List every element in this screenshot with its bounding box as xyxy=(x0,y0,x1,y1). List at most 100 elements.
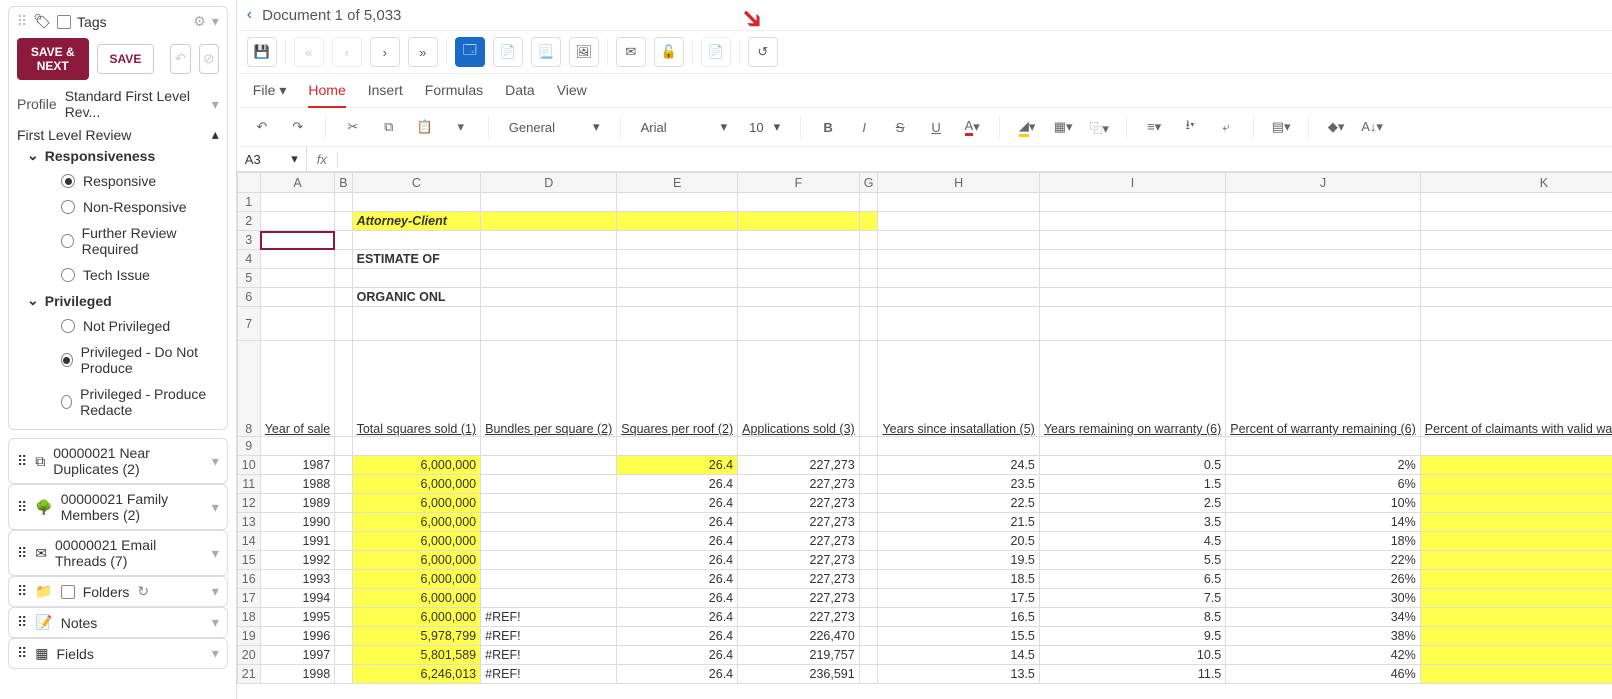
cell-H21[interactable]: 13.5 xyxy=(878,665,1039,684)
cell-H8[interactable]: Years since insatallation (5) xyxy=(878,341,1039,437)
cell-B13[interactable] xyxy=(335,513,352,532)
chevron-down-icon[interactable]: ▾ xyxy=(212,645,219,662)
radio-tech-issue[interactable]: Tech Issue xyxy=(17,262,219,288)
cell-H17[interactable]: 17.5 xyxy=(878,589,1039,608)
cell-G21[interactable] xyxy=(859,665,878,684)
cell-J13[interactable]: 14% xyxy=(1226,513,1421,532)
cell-C12[interactable]: 6,000,000 xyxy=(352,494,481,513)
cell-G9[interactable] xyxy=(859,437,878,456)
tab-formulas[interactable]: Formulas xyxy=(425,82,483,99)
pdf-view-button[interactable]: 📄 xyxy=(493,37,523,67)
cell-J20[interactable]: 42% xyxy=(1226,646,1421,665)
file-menu[interactable]: File▾ xyxy=(253,82,287,99)
image-view-button[interactable]: 🖼 xyxy=(569,37,599,67)
cell-E12[interactable]: 26.4 xyxy=(617,494,738,513)
radio-non-responsive[interactable]: Non-Responsive xyxy=(17,194,219,220)
col-B[interactable]: B xyxy=(335,173,352,193)
tab-view[interactable]: View xyxy=(557,82,587,99)
cell-H16[interactable]: 18.5 xyxy=(878,570,1039,589)
cell-B20[interactable] xyxy=(335,646,352,665)
cell-F5[interactable] xyxy=(738,269,860,288)
drag-handle-icon[interactable]: ⠿ xyxy=(17,583,27,600)
align-button[interactable]: ≡▾ xyxy=(1141,114,1167,140)
cell-G18[interactable] xyxy=(859,608,878,627)
cell-I20[interactable]: 10.5 xyxy=(1039,646,1225,665)
cell-G14[interactable] xyxy=(859,532,878,551)
tab-insert[interactable]: Insert xyxy=(368,82,403,99)
wrap-button[interactable]: ⤶ xyxy=(1213,114,1239,140)
cell-A1[interactable] xyxy=(260,193,335,212)
cell-G4[interactable] xyxy=(859,250,878,269)
cell-A18[interactable]: 1995 xyxy=(260,608,335,627)
drag-handle-icon[interactable]: ⠿ xyxy=(17,13,27,30)
drag-handle-icon[interactable]: ⠿ xyxy=(17,499,27,516)
cell-A10[interactable]: 1987 xyxy=(260,456,335,475)
radio-not-privileged[interactable]: Not Privileged xyxy=(17,313,219,339)
cell-F14[interactable]: 227,273 xyxy=(738,532,860,551)
cell-E3[interactable] xyxy=(617,231,738,250)
insert-cells-button[interactable]: ▤▾ xyxy=(1268,114,1294,140)
cell-J19[interactable]: 38% xyxy=(1226,627,1421,646)
cell-H4[interactable] xyxy=(878,250,1039,269)
cell-J18[interactable]: 34% xyxy=(1226,608,1421,627)
bold-button[interactable]: B xyxy=(815,114,841,140)
row-19[interactable]: 19 xyxy=(237,627,260,646)
number-format-select[interactable]: General▾ xyxy=(503,119,606,135)
cell-C15[interactable]: 6,000,000 xyxy=(352,551,481,570)
native-view-button[interactable]: 🗔 xyxy=(455,37,485,67)
col-D[interactable]: D xyxy=(481,173,617,193)
cell-I21[interactable]: 11.5 xyxy=(1039,665,1225,684)
sort-button[interactable]: A↓▾ xyxy=(1359,114,1385,140)
cell-K4[interactable] xyxy=(1420,250,1612,269)
cell-B6[interactable] xyxy=(335,288,352,307)
cell-J11[interactable]: 6% xyxy=(1226,475,1421,494)
cell-I1[interactable] xyxy=(1039,193,1225,212)
cell-I19[interactable]: 9.5 xyxy=(1039,627,1225,646)
cell-D15[interactable] xyxy=(481,551,617,570)
cell-style-button[interactable]: ◆▾ xyxy=(1323,114,1349,140)
strike-button[interactable]: S xyxy=(887,114,913,140)
paste-button[interactable]: 📋 xyxy=(412,114,438,140)
cell-D18[interactable]: #REF! xyxy=(481,608,617,627)
save-doc-button[interactable]: 💾 xyxy=(247,37,277,67)
col-H[interactable]: H xyxy=(878,173,1039,193)
cell-D16[interactable] xyxy=(481,570,617,589)
cell-J14[interactable]: 18% xyxy=(1226,532,1421,551)
cell-H9[interactable] xyxy=(878,437,1039,456)
cell-C17[interactable]: 6,000,000 xyxy=(352,589,481,608)
cell-C1[interactable] xyxy=(352,193,481,212)
radio-privileged-produce-redacte[interactable]: Privileged - Produce Redacte xyxy=(17,381,219,423)
cell-E11[interactable]: 26.4 xyxy=(617,475,738,494)
fill-color-button[interactable]: ◢▾ xyxy=(1014,114,1040,140)
col-K[interactable]: K xyxy=(1420,173,1612,193)
cell-F17[interactable]: 227,273 xyxy=(738,589,860,608)
cell-A17[interactable]: 1994 xyxy=(260,589,335,608)
cell-F18[interactable]: 227,273 xyxy=(738,608,860,627)
cell-C2[interactable]: Attorney-Client xyxy=(352,212,481,231)
cell-C11[interactable]: 6,000,000 xyxy=(352,475,481,494)
cell-K1[interactable] xyxy=(1420,193,1612,212)
cell-J17[interactable]: 30% xyxy=(1226,589,1421,608)
cell-D17[interactable] xyxy=(481,589,617,608)
cell-E10[interactable]: 26.4 xyxy=(617,456,738,475)
cell-reference[interactable]: A3▾ xyxy=(237,147,307,171)
col-C[interactable]: C xyxy=(352,173,481,193)
cell-H11[interactable]: 23.5 xyxy=(878,475,1039,494)
col-A[interactable]: A xyxy=(260,173,335,193)
cell-A21[interactable]: 1998 xyxy=(260,665,335,684)
cell-J5[interactable] xyxy=(1226,269,1421,288)
cell-E5[interactable] xyxy=(617,269,738,288)
cell-E19[interactable]: 26.4 xyxy=(617,627,738,646)
cell-H3[interactable] xyxy=(878,231,1039,250)
cell-J6[interactable] xyxy=(1226,288,1421,307)
cell-D1[interactable] xyxy=(481,193,617,212)
cell-G16[interactable] xyxy=(859,570,878,589)
email-view-button[interactable]: ✉ xyxy=(616,37,646,67)
cell-F20[interactable]: 219,757 xyxy=(738,646,860,665)
cell-A3[interactable] xyxy=(260,231,335,250)
cell-B17[interactable] xyxy=(335,589,352,608)
cell-K5[interactable] xyxy=(1420,269,1612,288)
cell-C20[interactable]: 5,801,589 xyxy=(352,646,481,665)
cell-F3[interactable] xyxy=(738,231,860,250)
accordion-folders[interactable]: ⠿📁Folders↻▾ xyxy=(8,576,228,607)
